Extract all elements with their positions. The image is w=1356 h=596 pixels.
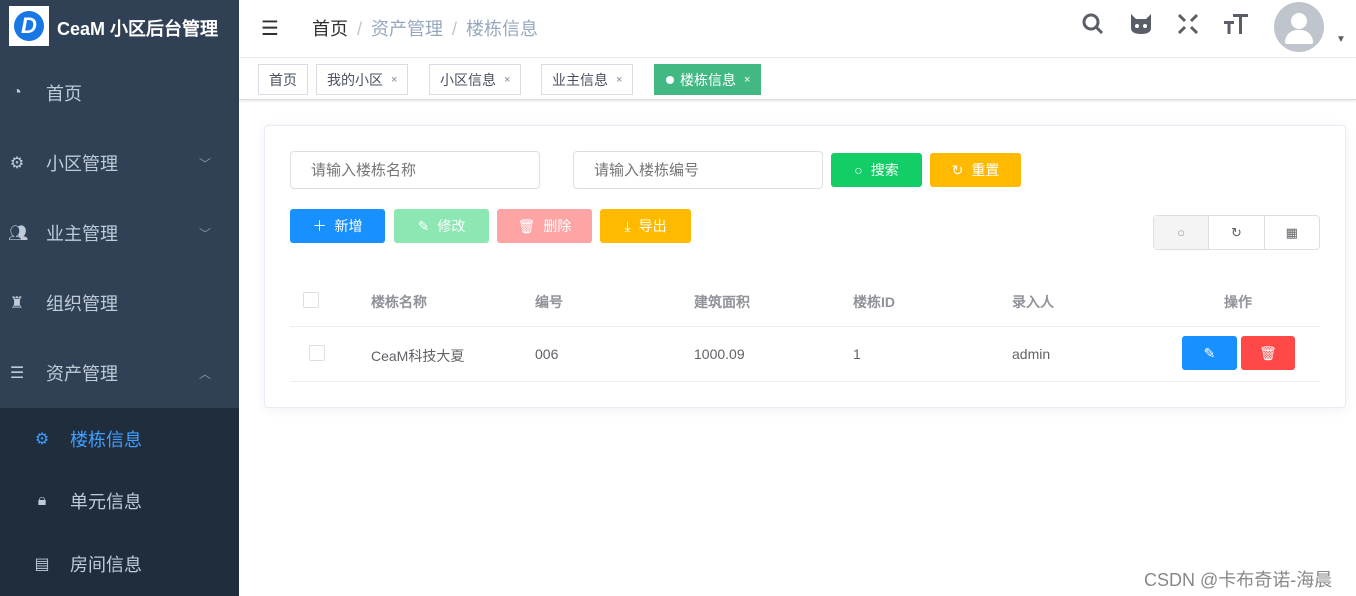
- trash-icon: 🗑︎: [517, 217, 536, 234]
- refresh-button[interactable]: ↻: [1209, 216, 1265, 249]
- tab-community-info[interactable]: 小区信息 ×: [429, 64, 522, 95]
- export-button[interactable]: ⤓ 导出: [600, 209, 691, 243]
- add-button[interactable]: ＋新增: [290, 209, 385, 243]
- cell-creator: admin: [1012, 346, 1051, 362]
- column-header: 操作: [1224, 294, 1252, 310]
- edit-icon: ✎: [417, 217, 430, 234]
- gear-icon: ⚙: [9, 155, 25, 172]
- breadcrumb-separator: /: [452, 19, 458, 39]
- download-icon: ⤓: [624, 217, 631, 234]
- close-icon[interactable]: ×: [616, 74, 622, 86]
- sidebar-item-owner[interactable]: 👥︎ 业主管理 ﹀: [0, 198, 239, 268]
- org-icon: ♜: [9, 295, 25, 312]
- cell-area: 1000.09: [694, 346, 745, 362]
- column-header: 录入人: [1012, 294, 1054, 310]
- logo: D: [9, 6, 49, 46]
- chevron-down-icon: ﹀: [198, 226, 211, 241]
- select-all-checkbox[interactable]: [303, 292, 319, 308]
- table-row: CeaM科技大夏 006 1000.09 1 admin ✎ 🗑︎: [290, 327, 1320, 382]
- close-icon[interactable]: ×: [391, 74, 397, 86]
- chevron-down-icon: ﹀: [198, 156, 211, 171]
- search-button[interactable]: ○ 搜索: [831, 153, 922, 187]
- column-header: 楼栋ID: [853, 294, 895, 310]
- tags-view: 首页 我的小区 × 小区信息 × 业主信息 × 楼栋信息 ×: [239, 59, 1356, 100]
- sidebar-item-room[interactable]: ▤ 房间信息: [0, 533, 239, 595]
- sidebar-item-building[interactable]: ⚙ 楼栋信息: [0, 408, 239, 470]
- cell-code: 006: [535, 346, 559, 362]
- row-checkbox[interactable]: [309, 345, 325, 361]
- tab-home[interactable]: 首页: [258, 64, 308, 95]
- sidebar-item-unit[interactable]: 🔒︎ 单元信息: [0, 470, 239, 532]
- avatar[interactable]: [1274, 2, 1324, 52]
- gear-icon: ⚙: [34, 431, 50, 448]
- hamburger-icon[interactable]: ☰: [261, 16, 279, 41]
- breadcrumb-current: 楼栋信息: [466, 19, 539, 39]
- breadcrumb-home[interactable]: 首页: [312, 19, 348, 39]
- breadcrumb-separator: /: [357, 19, 363, 39]
- caret-down-icon[interactable]: ▼: [1336, 34, 1346, 45]
- app-title: CeaM 小区后台管理: [57, 19, 219, 39]
- breadcrumb-asset: 资产管理: [371, 19, 444, 39]
- chevron-up-icon: ︿: [198, 366, 211, 381]
- cell-id: 1: [853, 346, 861, 362]
- search-icon[interactable]: [1081, 12, 1105, 43]
- users-icon: 👥︎: [8, 225, 29, 242]
- breadcrumb: 首页 / 资产管理 / 楼栋信息: [312, 15, 538, 41]
- sidebar-item-org[interactable]: ♜ 组织管理: [0, 268, 239, 338]
- fullscreen-icon[interactable]: [1176, 12, 1200, 43]
- github-icon[interactable]: [1128, 12, 1154, 43]
- plus-icon: ＋: [312, 218, 327, 234]
- list-icon: ☰: [9, 365, 25, 382]
- search-icon: ○: [1177, 225, 1186, 240]
- search-icon: ○: [854, 162, 863, 178]
- grid-icon: ▦: [1285, 224, 1298, 240]
- document-icon: ▤: [34, 556, 50, 573]
- row-delete-button[interactable]: 🗑︎: [1241, 336, 1295, 370]
- column-header: 楼栋名称: [371, 294, 427, 310]
- tab-building-info[interactable]: 楼栋信息 ×: [654, 64, 762, 95]
- close-icon[interactable]: ×: [744, 74, 750, 86]
- trash-icon: 🗑︎: [1259, 344, 1277, 361]
- column-header: 编号: [535, 294, 563, 310]
- tab-my-community[interactable]: 我的小区 ×: [316, 64, 409, 95]
- reset-button[interactable]: ↻ 重置: [930, 153, 1021, 187]
- close-icon[interactable]: ×: [504, 74, 510, 86]
- refresh-icon: ↻: [1231, 224, 1242, 240]
- table-toolbar: ○ ↻ ▦: [1153, 215, 1320, 250]
- cell-name: CeaM科技大夏: [371, 348, 465, 364]
- toggle-search-button[interactable]: ○: [1154, 216, 1210, 249]
- edit-button[interactable]: ✎ 修改: [394, 209, 489, 243]
- lock-icon: 🔒︎: [37, 492, 47, 509]
- columns-button[interactable]: ▦: [1265, 216, 1319, 249]
- watermark: CSDN @卡布奇诺-海晨: [1144, 570, 1333, 590]
- sidebar-item-asset[interactable]: ☰ 资产管理 ︿: [0, 338, 239, 408]
- submenu: ⚙ 楼栋信息 🔒︎ 单元信息 ▤ 房间信息: [0, 408, 239, 596]
- dashboard-icon: ◔: [12, 84, 22, 101]
- font-size-icon[interactable]: [1223, 12, 1249, 43]
- building-name-input[interactable]: [290, 151, 540, 189]
- column-header: 建筑面积: [694, 294, 750, 310]
- building-code-input[interactable]: [573, 151, 823, 189]
- table-header: 楼栋名称 编号 建筑面积 楼栋ID 录入人 操作: [290, 274, 1320, 327]
- delete-button[interactable]: 🗑︎ 删除: [497, 209, 592, 243]
- edit-icon: ✎: [1203, 344, 1216, 361]
- tab-owner-info[interactable]: 业主信息 ×: [541, 64, 634, 95]
- refresh-icon: ↻: [951, 161, 964, 178]
- sidebar-item-home[interactable]: ◔ 首页: [0, 58, 239, 128]
- sidebar-item-community[interactable]: ⚙ 小区管理 ﹀: [0, 128, 239, 198]
- sidebar: D CeaM 小区后台管理 ◔ 首页 ⚙ 小区管理 ﹀ 👥︎ 业主管理 ﹀ ♜ 组织管理 ☰…: [0, 0, 239, 596]
- active-dot-icon: [666, 75, 674, 84]
- row-edit-button[interactable]: ✎: [1182, 336, 1237, 370]
